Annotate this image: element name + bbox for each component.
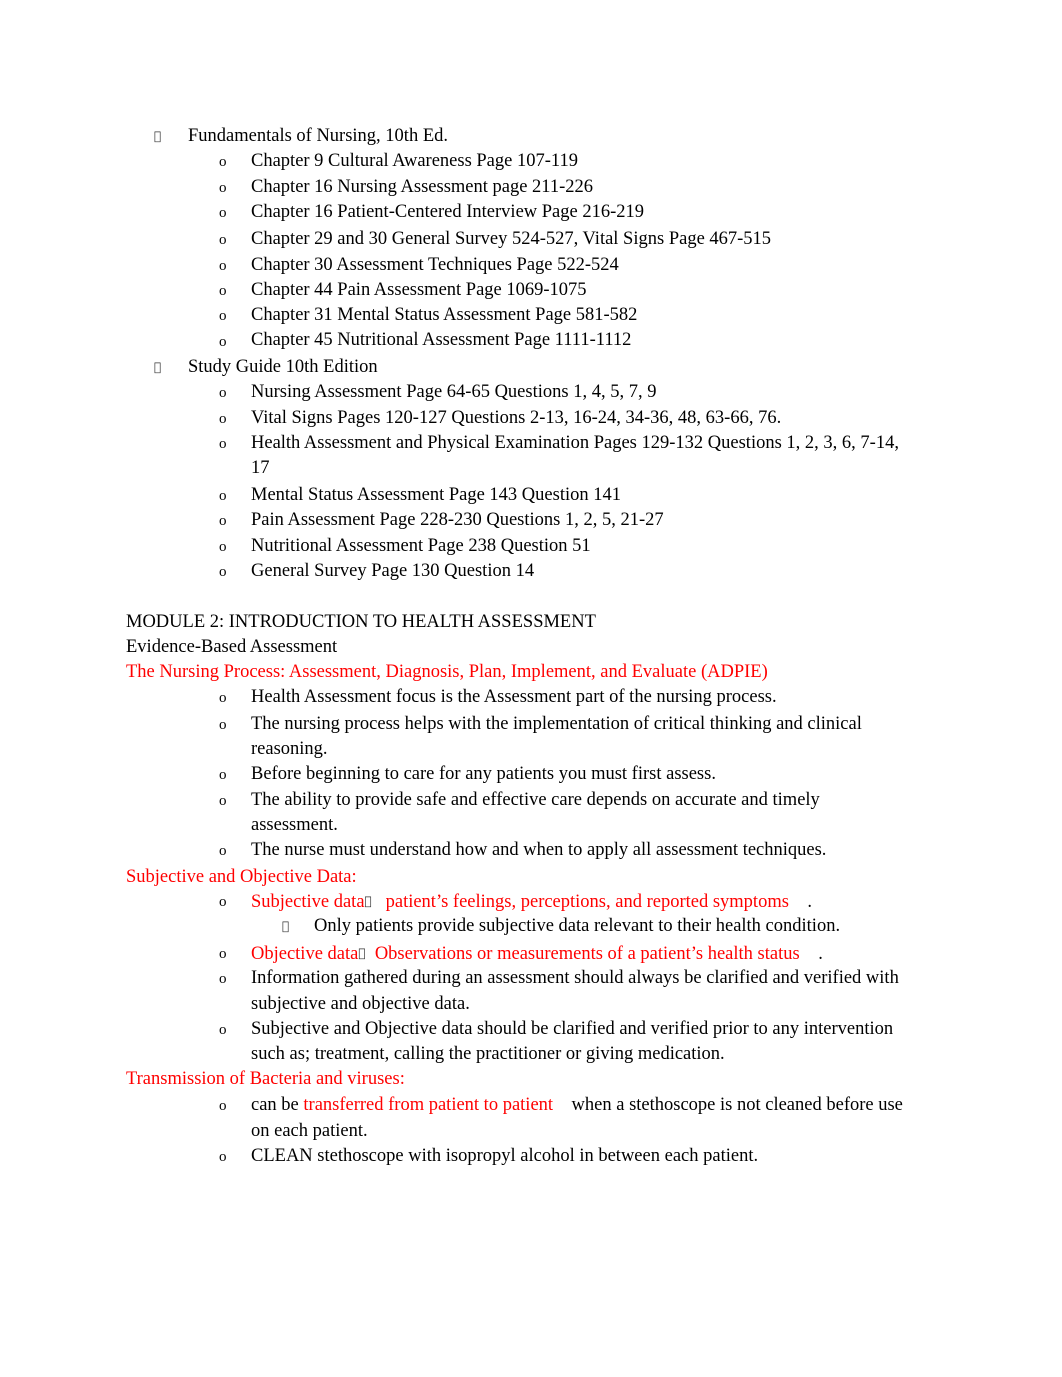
module-title: MODULE 2: INTRODUCTION TO HEALTH ASSESSM… — [126, 612, 596, 632]
list-item: Health Assessment and Physical Examinati… — [251, 433, 899, 453]
list-item: Chapter 16 Patient-Centered Interview Pa… — [251, 202, 645, 222]
module-subtitle: Evidence-Based Assessment — [126, 637, 338, 657]
bullet-icon: o — [219, 334, 227, 350]
list-item: Health Assessment focus is the Assessmen… — [251, 687, 777, 707]
list-item: Information gathered during an assessmen… — [251, 968, 899, 988]
subjective-data-item: Subjective data patient’s feelings, per… — [251, 890, 812, 913]
bullet-icon: o — [219, 539, 227, 555]
list-item-continuation: 17 — [251, 458, 270, 478]
bullet-icon: o — [219, 564, 227, 580]
arrow-icon:  — [358, 942, 365, 964]
transmission-heading: Transmission of Bacteria and viruses: — [126, 1069, 405, 1089]
list-item: The ability to provide safe and effectiv… — [251, 790, 820, 810]
list-item: Chapter 29 and 30 General Survey 524-527… — [251, 229, 772, 249]
bullet-icon: o — [219, 154, 227, 170]
list-item: The nursing process helps with the imple… — [251, 714, 862, 734]
subjective-label: Subjective data — [251, 892, 365, 912]
bullet-icon: o — [219, 258, 227, 274]
list-item: Chapter 30 Assessment Techniques Page 52… — [251, 255, 619, 275]
list-item-continuation: subjective and objective data. — [251, 994, 470, 1014]
transmission-highlight: transferred from patient to patient — [303, 1095, 554, 1115]
bullet-icon: o — [219, 946, 227, 962]
bullet-icon: o — [219, 717, 227, 733]
list-item-continuation: assessment. — [251, 815, 338, 835]
list-item: Mental Status Assessment Page 143 Questi… — [251, 485, 621, 505]
data-types-heading: Subjective and Objective Data: — [126, 867, 357, 887]
bullet-icon: o — [219, 894, 227, 910]
bullet-icon:  — [154, 125, 161, 148]
list-item: Chapter 31 Mental Status Assessment Page… — [251, 305, 638, 325]
period: . — [818, 944, 823, 964]
arrow-icon:  — [365, 890, 372, 912]
bullet-icon:  — [282, 915, 289, 938]
bullet-icon: o — [219, 436, 227, 452]
list-item: Nursing Assessment Page 64-65 Questions … — [251, 382, 657, 402]
transmission-item: can be transferred from patient to patie… — [251, 1095, 903, 1115]
nursing-process-heading: The Nursing Process: Assessment, Diagnos… — [126, 662, 768, 682]
bullet-icon: o — [219, 205, 227, 221]
bullet-icon: o — [219, 1022, 227, 1038]
list-item: Vital Signs Pages 120-127 Questions 2-13… — [251, 408, 782, 428]
list-item: Nutritional Assessment Page 238 Question… — [251, 536, 591, 556]
list-item: General Survey Page 130 Question 14 — [251, 561, 535, 581]
list-item-continuation: on each patient. — [251, 1121, 368, 1141]
bullet-icon:  — [154, 356, 161, 379]
section-title: Fundamentals of Nursing, 10th Ed. — [188, 126, 449, 146]
list-item: The nurse must understand how and when t… — [251, 840, 827, 860]
bullet-icon: o — [219, 690, 227, 706]
list-item: Chapter 16 Nursing Assessment page 211-2… — [251, 177, 594, 197]
bullet-icon: o — [219, 793, 227, 809]
list-item: Only patients provide subjective data re… — [314, 916, 841, 936]
objective-definition: Observations or measurements of a patien… — [367, 943, 800, 964]
bullet-icon: o — [219, 843, 227, 859]
bullet-icon: o — [219, 283, 227, 299]
list-item: CLEAN stethoscope with isopropyl alcohol… — [251, 1146, 759, 1166]
bullet-icon: o — [219, 488, 227, 504]
list-item-continuation: such as; treatment, calling the practiti… — [251, 1044, 725, 1064]
bullet-icon: o — [219, 385, 227, 401]
bullet-icon: o — [219, 232, 227, 248]
bullet-icon: o — [219, 767, 227, 783]
list-item: Chapter 44 Pain Assessment Page 1069-107… — [251, 280, 587, 300]
list-item: Subjective and Objective data should be … — [251, 1019, 894, 1039]
bullet-icon: o — [219, 971, 227, 987]
period: . — [807, 892, 812, 912]
bullet-icon: o — [219, 411, 227, 427]
list-item: Before beginning to care for any patient… — [251, 764, 716, 784]
bullet-icon: o — [219, 1098, 227, 1114]
section-title: Study Guide 10th Edition — [188, 357, 378, 377]
list-item: Chapter 45 Nutritional Assessment Page 1… — [251, 330, 632, 350]
objective-data-item: Objective data Observations or measurem… — [251, 942, 823, 965]
subjective-definition: patient’s feelings, perceptions, and rep… — [378, 891, 789, 912]
bullet-icon: o — [219, 308, 227, 324]
list-item-continuation: reasoning. — [251, 739, 328, 759]
bullet-icon: o — [219, 180, 227, 196]
bullet-icon: o — [219, 513, 227, 529]
objective-label: Objective data — [251, 944, 359, 964]
list-item: Pain Assessment Page 228-230 Questions 1… — [251, 510, 664, 530]
list-item: Chapter 9 Cultural Awareness Page 107-11… — [251, 151, 578, 171]
bullet-icon: o — [219, 1149, 227, 1165]
